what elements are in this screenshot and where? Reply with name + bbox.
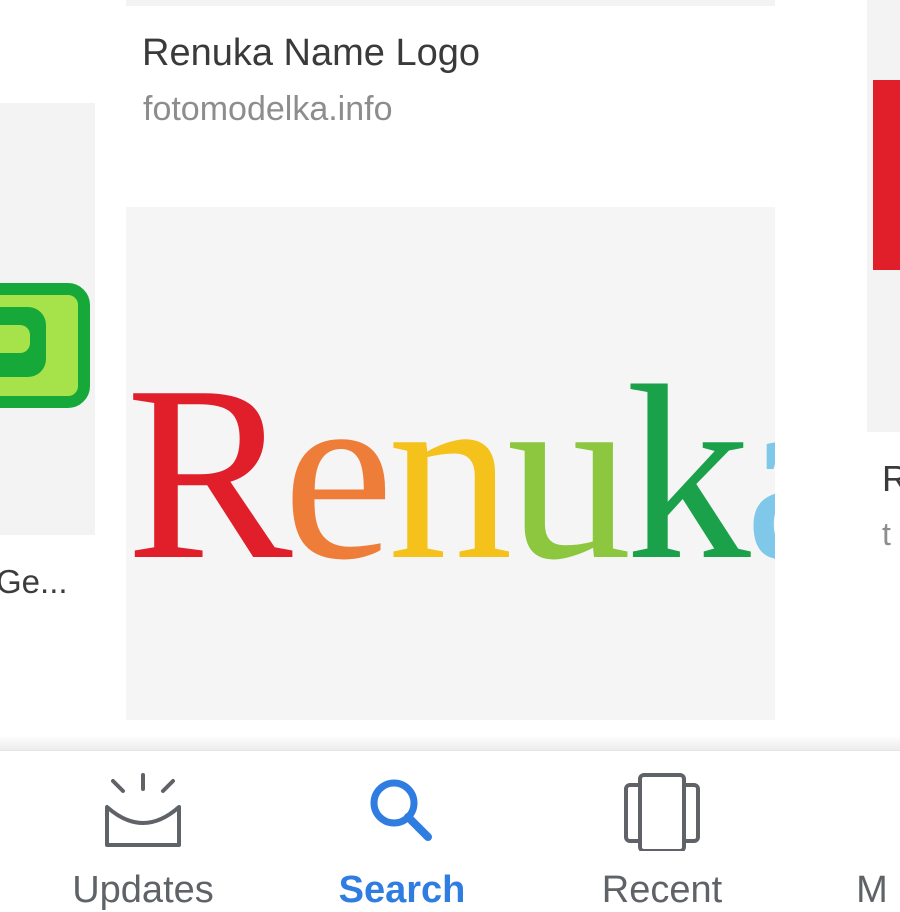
- renuka-logo-text: Renuka: [126, 335, 775, 612]
- left-result-caption[interactable]: Ge...: [0, 563, 68, 601]
- right-result-title[interactable]: R: [882, 458, 900, 500]
- renuka-logo-image: Renuka: [126, 335, 775, 612]
- result-source[interactable]: fotomodelka.info: [143, 90, 393, 129]
- nav-updates[interactable]: Updates: [43, 751, 243, 911]
- previous-card-edge: [126, 0, 775, 6]
- nav-search-label: Search: [338, 869, 466, 911]
- result-image[interactable]: Renuka: [126, 207, 775, 720]
- nav-more-label: M: [856, 869, 888, 911]
- menu-icon: [850, 771, 900, 851]
- nav-more[interactable]: M: [790, 751, 900, 911]
- recent-icon: [624, 773, 700, 851]
- result-card-right[interactable]: [867, 0, 900, 432]
- nav-recent-label: Recent: [601, 869, 723, 911]
- nav-search[interactable]: Search: [302, 751, 502, 911]
- search-icon: [370, 779, 432, 841]
- bottom-navigation: Updates Search Recent M: [0, 750, 900, 911]
- right-thumbnail-glyph: [873, 80, 900, 270]
- left-result-thumbnail: [0, 283, 90, 408]
- nav-updates-label: Updates: [72, 869, 214, 911]
- result-card-left[interactable]: [0, 103, 95, 535]
- nav-recent[interactable]: Recent: [562, 751, 762, 911]
- updates-icon: [105, 773, 181, 847]
- result-title[interactable]: Renuka Name Logo: [142, 32, 480, 75]
- right-result-source: t: [882, 516, 891, 552]
